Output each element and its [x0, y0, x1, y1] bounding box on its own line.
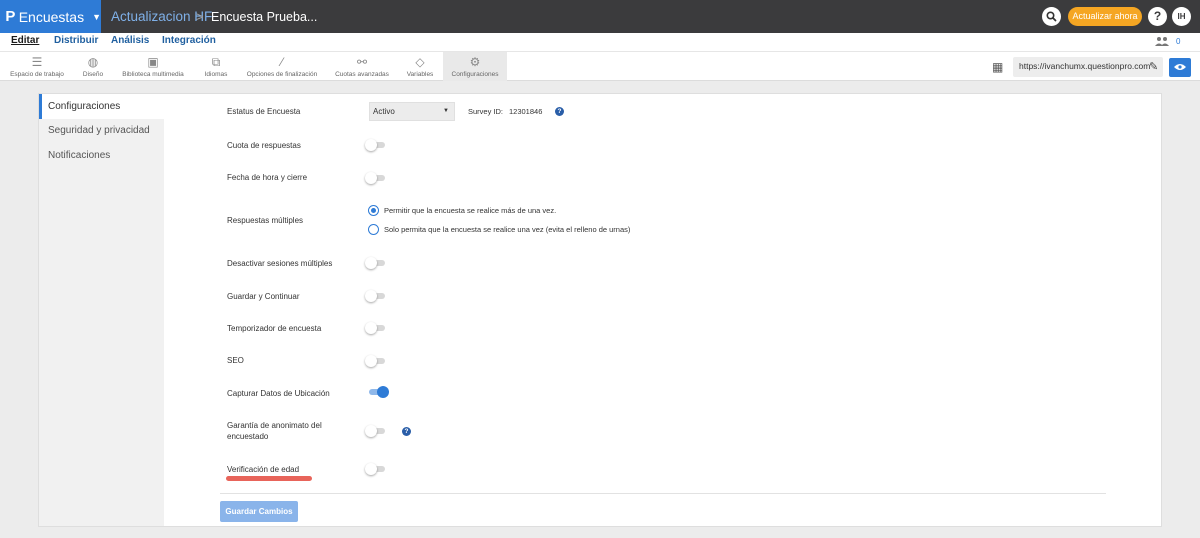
tag-icon: ◇ [415, 55, 425, 69]
upgrade-button[interactable]: Actualizar ahora [1068, 7, 1142, 26]
age-verification-label: Verificación de edad [227, 465, 300, 474]
tool-workspace[interactable]: ☰ Espacio de trabajo [8, 52, 66, 81]
list-icon: ☰ [31, 55, 43, 69]
tool-label: Idiomas [204, 71, 228, 78]
survey-id-label: Survey ID: [468, 107, 504, 116]
age-verification-toggle[interactable] [365, 463, 387, 475]
search-icon [1046, 11, 1057, 22]
sidebar-item-seguridad[interactable]: Seguridad y privacidad [39, 118, 164, 143]
status-select[interactable]: Activo ▼ [369, 102, 455, 121]
highlight-underline [226, 476, 312, 481]
anonymity-label-line1: Garantía de anonimato del [227, 421, 322, 430]
close-date-toggle[interactable] [365, 172, 387, 184]
quota-toggle[interactable] [365, 139, 387, 151]
tool-label: Configuraciones [451, 71, 499, 78]
link-icon: ⚯ [356, 55, 368, 69]
eye-icon [1174, 64, 1186, 70]
palette-icon: ◍ [87, 55, 99, 69]
tool-media-library[interactable]: ▣ Biblioteca multimedia [120, 52, 186, 81]
edit-url-icon[interactable]: ✎ [1149, 60, 1158, 73]
top-bar: P Encuestas ▼ Actualizacion HF > Encuest… [0, 0, 1200, 33]
tool-label: Diseño [82, 71, 104, 78]
breadcrumb-separator-icon: > [196, 9, 204, 24]
timer-toggle[interactable] [365, 322, 387, 334]
help-button[interactable]: ? [1148, 7, 1167, 26]
status-label: Estatus de Encuesta [227, 107, 301, 116]
disable-sessions-toggle[interactable] [365, 257, 387, 269]
radio-allow-multiple-label: Permitir que la encuesta se realice más … [384, 206, 557, 215]
collaborators-count: 0 [1176, 37, 1181, 46]
divider [220, 493, 1106, 494]
status-value: Activo [373, 107, 395, 116]
help-icon[interactable]: ? [555, 107, 564, 116]
radio-allow-multiple[interactable] [368, 205, 379, 216]
multiple-responses-label: Respuestas múltiples [227, 216, 304, 225]
location-toggle[interactable] [367, 386, 389, 398]
radio-once-only[interactable] [368, 224, 379, 235]
save-changes-button[interactable]: Guardar Cambios [220, 501, 298, 522]
survey-url: https://ivanchumx.questionpro.com [1019, 61, 1151, 71]
seo-label: SEO [227, 356, 244, 365]
sidebar-item-configuraciones[interactable]: Configuraciones [39, 94, 164, 119]
caret-down-icon: ▼ [443, 108, 449, 114]
disable-sessions-label: Desactivar sesiones múltiples [227, 259, 333, 268]
translate-icon: ⧉ [211, 55, 221, 69]
tool-label: Cuotas avanzadas [335, 71, 389, 78]
caret-down-icon: ▼ [92, 11, 101, 22]
save-continue-toggle[interactable] [365, 290, 387, 302]
survey-id-value: 12301846 [509, 107, 543, 116]
menu-integracion[interactable]: Integración [162, 35, 216, 46]
tool-settings[interactable]: ⚙ Configuraciones [443, 52, 507, 81]
survey-url-field[interactable]: https://ivanchumx.questionpro.com ✎ [1013, 57, 1163, 77]
settings-sidebar: Configuraciones Seguridad y privacidad N… [39, 94, 164, 526]
product-switcher[interactable]: P Encuestas ▼ [0, 0, 101, 33]
anonymity-label-line2: encuestado [227, 432, 269, 441]
settings-panel: Configuraciones Seguridad y privacidad N… [38, 93, 1162, 527]
menu-distribuir[interactable]: Distribuir [54, 35, 98, 46]
close-date-label: Fecha de hora y cierre [227, 173, 308, 182]
questionpro-logo-icon: P [5, 8, 16, 25]
tool-variables[interactable]: ◇ Variables [403, 52, 437, 81]
tool-label: Espacio de trabajo [10, 71, 64, 78]
quota-label: Cuota de respuestas [227, 141, 301, 150]
product-name: Encuestas [18, 8, 85, 25]
location-label: Capturar Datos de Ubicación [227, 389, 330, 398]
save-continue-label: Guardar y Continuar [227, 292, 300, 301]
radio-once-only-label: Solo permita que la encuesta se realice … [384, 225, 631, 234]
tool-label: Biblioteca multimedia [122, 71, 184, 78]
tool-advanced-quotas[interactable]: ⚯ Cuotas avanzadas [333, 52, 391, 81]
tool-label: Variables [406, 71, 434, 78]
search-button[interactable] [1042, 7, 1061, 26]
avatar[interactable]: IH [1172, 7, 1191, 26]
image-icon: ▣ [147, 55, 159, 69]
preview-button[interactable] [1169, 58, 1191, 77]
tool-design[interactable]: ◍ Diseño [79, 52, 107, 81]
main-menu: Editar Distribuir Análisis Integración 0 [0, 33, 1200, 51]
tool-languages[interactable]: ⧉ Idiomas [200, 52, 232, 81]
timer-label: Temporizador de encuesta [227, 324, 322, 333]
gear-icon: ⚙ [469, 55, 481, 69]
wand-icon: ⁄ [280, 55, 283, 69]
tool-label: Opciones de finalización [246, 71, 318, 78]
breadcrumb-survey[interactable]: Encuesta Prueba... [211, 10, 317, 24]
sidebar-item-notificaciones[interactable]: Notificaciones [39, 143, 164, 168]
help-icon[interactable]: ? [402, 427, 411, 436]
menu-analisis[interactable]: Análisis [111, 35, 149, 46]
menu-editar[interactable]: Editar [11, 35, 39, 46]
qr-code-icon[interactable]: ▦ [992, 60, 1003, 74]
editor-toolbar: ☰ Espacio de trabajo ◍ Diseño ▣ Bibliote… [0, 51, 1200, 81]
tool-finish-options[interactable]: ⁄ Opciones de finalización [244, 52, 320, 81]
collaborators-icon[interactable] [1155, 36, 1169, 46]
anonymity-toggle[interactable] [365, 425, 387, 437]
seo-toggle[interactable] [365, 355, 387, 367]
